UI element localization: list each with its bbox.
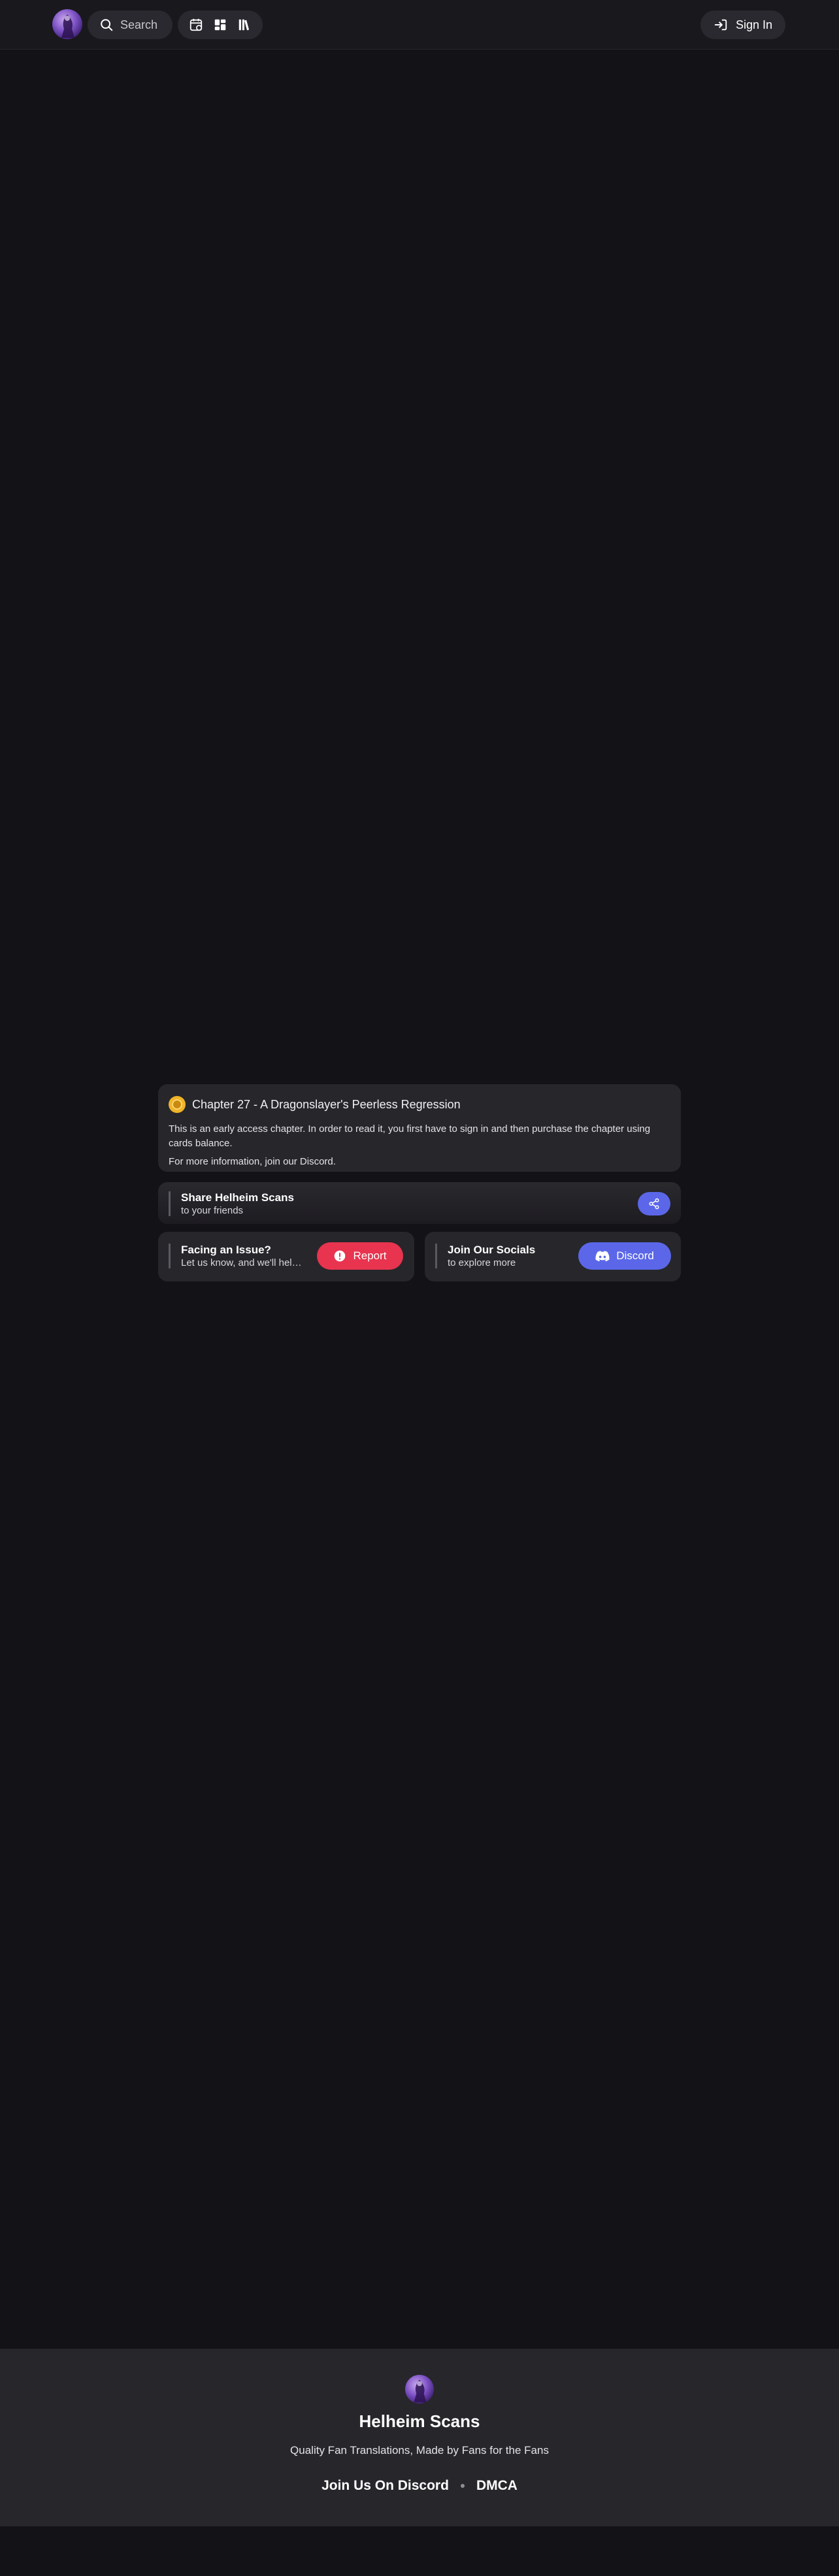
footer-logo[interactable] — [405, 2375, 434, 2404]
separator-dot — [460, 2484, 465, 2488]
schedule-button[interactable] — [187, 16, 205, 34]
share-icon — [649, 1198, 659, 1210]
share-button[interactable] — [638, 1192, 670, 1216]
early-access-description: This is an early access chapter. In orde… — [169, 1123, 651, 1149]
library-icon — [239, 19, 249, 31]
search-icon — [101, 19, 113, 31]
report-button[interactable]: Report — [317, 1242, 403, 1270]
share-title: Share Helheim Scans — [181, 1191, 294, 1204]
issue-subtitle: Let us know, and we'll help you — [181, 1257, 305, 1268]
socials-card: Join Our Socials to explore more Discord — [425, 1232, 681, 1281]
coin-icon — [169, 1096, 186, 1113]
top-header: Search Sign In — [0, 0, 839, 50]
login-icon — [714, 19, 727, 31]
socials-title: Join Our Socials — [448, 1244, 536, 1256]
early-access-header: Chapter 27 - A Dragonslayer's Peerless R… — [169, 1096, 670, 1113]
sign-in-button[interactable]: Sign In — [700, 10, 785, 39]
socials-text: Join Our Socials to explore more — [435, 1244, 535, 1268]
footer-site-name: Helheim Scans — [359, 2411, 480, 2431]
footer-links: Join Us On Discord DMCA — [0, 2478, 839, 2494]
issue-title: Facing an Issue? — [181, 1244, 271, 1256]
share-card: Share Helheim Scans to your friends — [158, 1182, 681, 1224]
logo-figure-icon — [414, 2379, 427, 2403]
dashboard-button[interactable] — [211, 16, 229, 34]
dashboard-icon — [214, 19, 226, 31]
early-access-info: For more information, join our Discord. — [169, 1156, 336, 1167]
discord-label: Discord — [616, 1249, 654, 1262]
socials-subtitle: to explore more — [448, 1257, 516, 1268]
footer-discord-link[interactable]: Join Us On Discord — [321, 2478, 449, 2494]
alert-icon — [335, 1250, 346, 1262]
chapter-title: Chapter 27 - A Dragonslayer's Peerless R… — [192, 1097, 461, 1111]
issue-card: Facing an Issue? Let us know, and we'll … — [158, 1232, 414, 1281]
nav-group — [178, 10, 263, 39]
discord-icon — [595, 1251, 610, 1262]
search-label: Search — [120, 18, 158, 31]
issue-text: Facing an Issue? Let us know, and we'll … — [169, 1244, 305, 1268]
footer-dmca-link[interactable]: DMCA — [476, 2478, 518, 2494]
report-label: Report — [353, 1249, 387, 1262]
library-button[interactable] — [235, 16, 254, 34]
sign-in-label: Sign In — [735, 18, 773, 31]
logo-figure-icon — [61, 14, 74, 38]
discord-button[interactable]: Discord — [578, 1242, 671, 1270]
calendar-icon — [190, 18, 203, 31]
footer-tagline: Quality Fan Translations, Made by Fans f… — [290, 2444, 549, 2456]
site-logo[interactable] — [52, 9, 82, 39]
share-text: Share Helheim Scans to your friends — [169, 1191, 294, 1216]
search-button[interactable]: Search — [88, 10, 173, 39]
early-access-card: Chapter 27 - A Dragonslayer's Peerless R… — [158, 1084, 681, 1172]
share-subtitle: to your friends — [181, 1205, 244, 1216]
site-footer: Helheim Scans Quality Fan Translations, … — [0, 2349, 839, 2526]
